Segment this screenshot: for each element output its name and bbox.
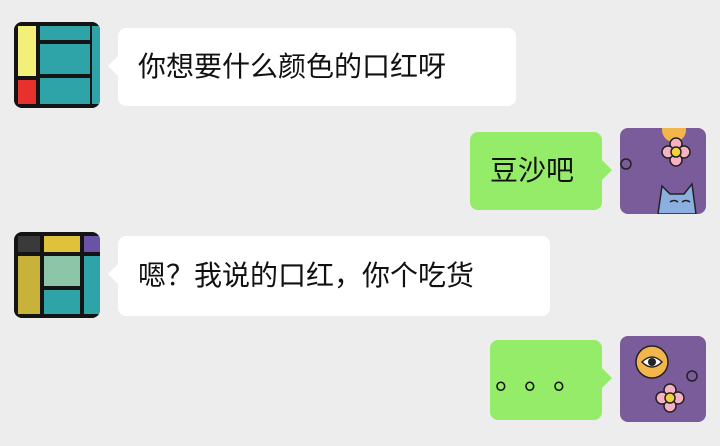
mondrian-avatar-icon [14, 232, 100, 318]
purple-cat-flower-avatar[interactable] [620, 128, 706, 214]
purple-eye-flower-avatar[interactable] [620, 336, 706, 422]
purple-cat-flower-avatar-icon [620, 128, 706, 214]
message-bubble[interactable]: 嗯？我说的口红，你个吃货 [108, 236, 550, 316]
message-text: 豆沙吧 [490, 154, 575, 187]
message-bubble[interactable]: 你想要什么颜色的口红呀 [108, 28, 516, 106]
message-text: 嗯？我说的口红，你个吃货 [138, 259, 475, 292]
message-bubble[interactable]: 豆沙吧 [470, 132, 612, 210]
message-text: 。。。 [495, 362, 597, 397]
message-text: 你想要什么颜色的口红呀 [138, 50, 447, 83]
mondrian-avatar[interactable] [14, 22, 100, 108]
mondrian-avatar[interactable] [14, 232, 100, 318]
purple-eye-flower-avatar-icon [620, 336, 706, 422]
mondrian-avatar-icon [14, 22, 100, 108]
message-bubble[interactable]: 。。。 [490, 340, 612, 420]
